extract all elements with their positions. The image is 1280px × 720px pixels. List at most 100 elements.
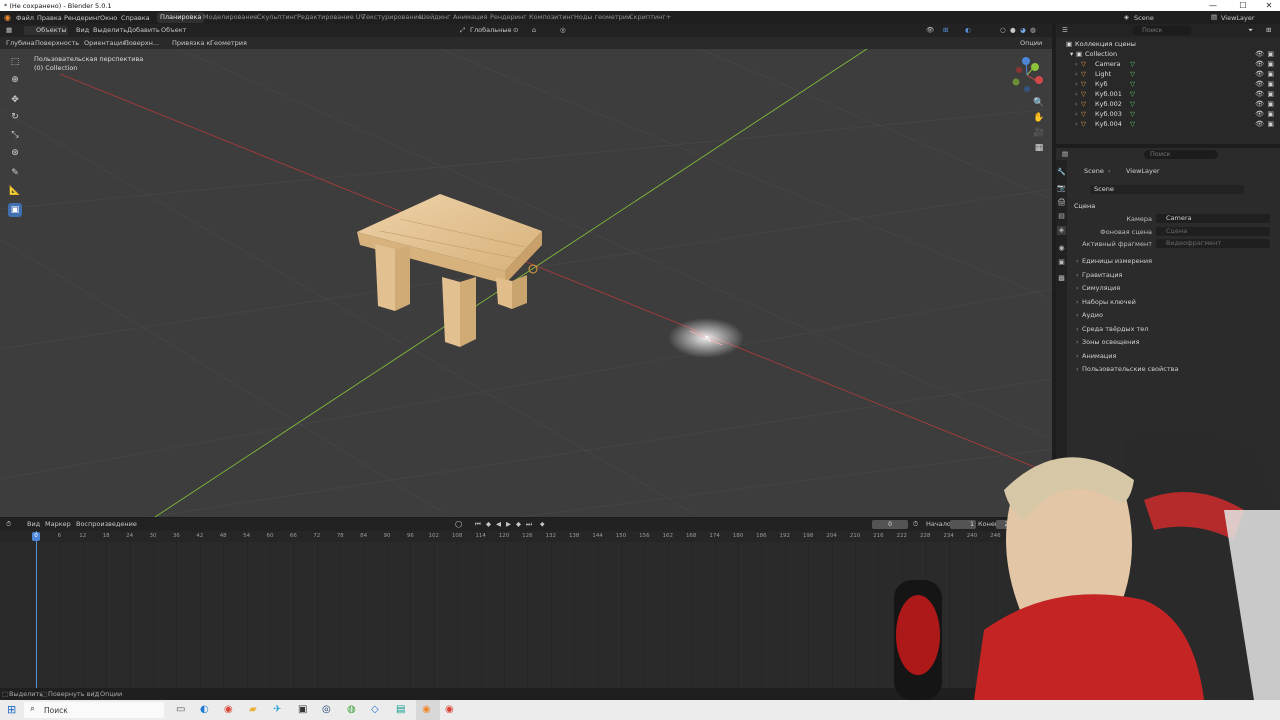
menu-add[interactable]: Добавить bbox=[127, 26, 160, 34]
file-explorer-icon[interactable]: ▰ bbox=[249, 704, 257, 715]
transform-orientation-dropdown[interactable]: Глобальные bbox=[470, 26, 511, 34]
snap-icon[interactable]: ⌂ bbox=[532, 26, 536, 34]
visibility-icon[interactable]: 👁 bbox=[1255, 99, 1264, 109]
filter-icon[interactable]: ⏷ bbox=[1248, 26, 1253, 35]
app-icon-3[interactable]: ▤ bbox=[396, 704, 405, 715]
play-reverse-icon[interactable]: ◀ bbox=[496, 520, 501, 528]
tool-tab-icon[interactable]: 🔧 bbox=[1057, 168, 1066, 177]
app-icon[interactable]: ▣ bbox=[298, 704, 307, 715]
visibility-icon[interactable]: 👁 bbox=[1255, 109, 1264, 119]
timeline-menu-playback[interactable]: Воспроизведение bbox=[76, 520, 137, 528]
jump-start-icon[interactable]: ⏮ bbox=[475, 520, 481, 529]
keying-icon[interactable]: ⬥ bbox=[540, 520, 545, 529]
tab-rendering[interactable]: Рендеринг bbox=[487, 12, 530, 23]
surface-option[interactable]: Поверхность bbox=[35, 39, 79, 47]
add-cube-tool-icon[interactable]: ▣ bbox=[8, 203, 22, 217]
depth-option[interactable]: Глубина bbox=[6, 39, 34, 47]
snap-geometry-dropdown[interactable]: Геометрия bbox=[210, 39, 247, 47]
menu-help[interactable]: Справка bbox=[121, 14, 150, 22]
expand-icon[interactable]: › bbox=[1075, 79, 1078, 89]
windows-start-icon[interactable]: ⊞ bbox=[7, 703, 16, 716]
outliner-row[interactable]: › ▽ Куб.004 ▽ 👁 ▣ bbox=[1056, 119, 1280, 129]
render-toggle-icon[interactable]: ▣ bbox=[1267, 119, 1274, 129]
collection-tab-icon[interactable]: ▣ bbox=[1057, 258, 1066, 267]
overlay-toggle-icon[interactable]: ◐ bbox=[965, 26, 971, 34]
tab-compositing[interactable]: Композитинг bbox=[526, 12, 577, 23]
shading-rendered-icon[interactable]: ◍ bbox=[1030, 26, 1036, 34]
tab-uv-editing[interactable]: Редактирование UV bbox=[294, 12, 368, 23]
next-keyframe-icon[interactable]: ◆ bbox=[516, 520, 521, 528]
outliner-row[interactable]: › ▽ Куб.002 ▽ 👁 ▣ bbox=[1056, 99, 1280, 109]
play-icon[interactable]: ▶ bbox=[506, 520, 511, 528]
output-tab-icon[interactable]: 🖨 bbox=[1057, 198, 1066, 207]
camera-field[interactable]: Camera bbox=[1156, 214, 1270, 223]
gizmo-toggle-icon[interactable]: ⊞ bbox=[943, 26, 948, 34]
edge-icon[interactable]: ◐ bbox=[200, 704, 209, 715]
shading-material-icon[interactable]: ◕ bbox=[1020, 26, 1026, 34]
outliner-row[interactable]: › ▽ Куб.003 ▽ 👁 ▣ bbox=[1056, 109, 1280, 119]
move-tool-icon[interactable]: ✥ bbox=[8, 93, 22, 107]
render-toggle-icon[interactable]: ▣ bbox=[1267, 69, 1274, 79]
visibility-icon[interactable]: 👁 bbox=[1255, 119, 1264, 129]
outliner-row-collection[interactable]: ▾ ▣ Collection 👁 ▣ bbox=[1056, 49, 1280, 59]
outliner-row[interactable]: › ▽ Куб ▽ 👁 ▣ bbox=[1056, 79, 1280, 89]
mode-selector[interactable]: Объекты bbox=[24, 26, 68, 35]
orientation-icon[interactable]: ⤢ bbox=[460, 26, 465, 35]
texture-tab-icon[interactable]: ▩ bbox=[1057, 274, 1066, 283]
render-tab-icon[interactable]: 📷 bbox=[1057, 184, 1066, 193]
menu-file[interactable]: Файл bbox=[16, 14, 34, 22]
scene-selector[interactable]: Scene bbox=[1134, 14, 1154, 22]
visibility-icon[interactable]: 👁 bbox=[1255, 59, 1264, 69]
outliner-editor-icon[interactable]: ☰ bbox=[1062, 26, 1068, 34]
render-toggle-icon[interactable]: ▣ bbox=[1267, 79, 1274, 89]
navigation-gizmo[interactable] bbox=[1008, 56, 1046, 94]
maximize-button[interactable]: ☐ bbox=[1232, 0, 1254, 11]
visibility-icon[interactable]: 👁 bbox=[926, 26, 934, 34]
close-button[interactable]: ✕ bbox=[1258, 0, 1280, 11]
timeline-menu-marker[interactable]: Маркер bbox=[45, 520, 71, 528]
expand-icon[interactable]: › bbox=[1075, 89, 1078, 99]
active-clip-field[interactable]: Видеофрагмент bbox=[1156, 239, 1270, 248]
menu-select[interactable]: Выделить bbox=[93, 26, 127, 34]
visibility-icon[interactable]: 👁 bbox=[1255, 49, 1264, 59]
taskbar-search-input[interactable]: ⌕ Поиск bbox=[24, 702, 164, 718]
playhead-frame-indicator[interactable]: 0 bbox=[32, 532, 40, 541]
proportional-edit-icon[interactable]: ◎ bbox=[560, 26, 566, 34]
shading-solid-icon[interactable]: ● bbox=[1010, 26, 1016, 34]
menu-edit[interactable]: Правка bbox=[37, 14, 62, 22]
cursor-tool-icon[interactable]: ⊕ bbox=[8, 73, 22, 87]
view-layer-selector[interactable]: ViewLayer bbox=[1221, 14, 1255, 22]
tab-layout[interactable]: Планировка bbox=[157, 12, 205, 23]
steam-icon[interactable]: ◎ bbox=[322, 704, 331, 715]
timeline-menu-view[interactable]: Вид bbox=[27, 520, 40, 528]
annotate-tool-icon[interactable]: ✎ bbox=[8, 166, 22, 180]
options-dropdown[interactable]: Опции bbox=[1020, 39, 1042, 47]
render-toggle-icon[interactable]: ▣ bbox=[1267, 49, 1274, 59]
expand-icon[interactable]: › bbox=[1075, 69, 1078, 79]
telegram-icon[interactable]: ✈ bbox=[273, 704, 281, 715]
background-scene-field[interactable]: Сцена bbox=[1156, 227, 1270, 236]
tab-shading[interactable]: Шейдинг bbox=[416, 12, 454, 23]
pivot-icon[interactable]: ⊙ bbox=[513, 26, 518, 34]
timeline-editor-icon[interactable]: ⏱ bbox=[6, 520, 11, 529]
new-collection-icon[interactable]: ⊞ bbox=[1266, 26, 1271, 34]
chrome-icon[interactable]: ◉ bbox=[224, 704, 233, 715]
jump-end-icon[interactable]: ⏭ bbox=[526, 520, 532, 529]
editor-type-icon[interactable]: ▦ bbox=[6, 26, 12, 34]
expand-icon[interactable]: › bbox=[1075, 59, 1078, 69]
expand-icon[interactable]: › bbox=[1075, 109, 1078, 119]
ortho-toggle-icon[interactable]: ▦ bbox=[1032, 141, 1046, 155]
minimize-button[interactable]: — bbox=[1202, 0, 1224, 11]
orientation-dropdown[interactable]: Поверхн... bbox=[124, 39, 159, 47]
render-toggle-icon[interactable]: ▣ bbox=[1267, 89, 1274, 99]
visibility-icon[interactable]: 👁 bbox=[1255, 69, 1264, 79]
menu-view[interactable]: Вид bbox=[76, 26, 89, 34]
render-toggle-icon[interactable]: ▣ bbox=[1267, 109, 1274, 119]
camera-view-icon[interactable]: 🎥 bbox=[1032, 126, 1046, 140]
rotate-tool-icon[interactable]: ↻ bbox=[8, 110, 22, 124]
playhead-line[interactable] bbox=[36, 531, 37, 688]
properties-search-input[interactable]: Поиск bbox=[1144, 150, 1218, 159]
blender-logo-icon[interactable]: ◉ bbox=[4, 13, 11, 22]
scene-tab-icon[interactable]: ◈ bbox=[1057, 226, 1066, 235]
transform-tool-icon[interactable]: ⊛ bbox=[8, 146, 22, 160]
